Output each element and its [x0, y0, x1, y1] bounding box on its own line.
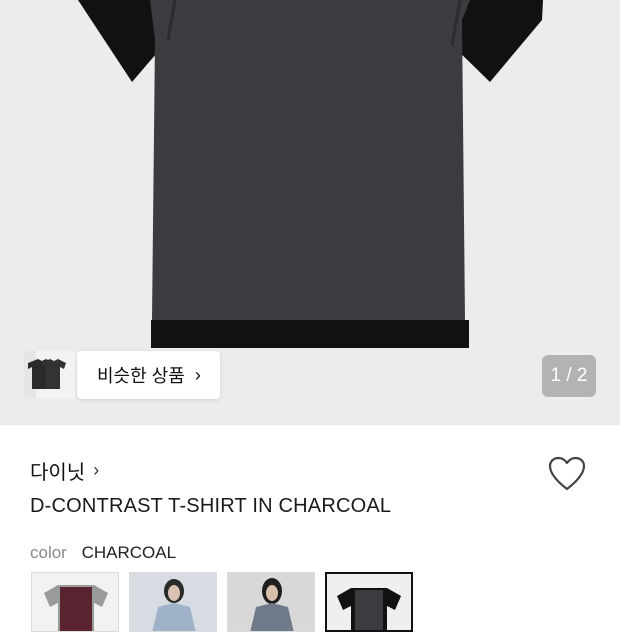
swatch-model-photo-1[interactable] — [129, 572, 217, 632]
chevron-right-icon: › — [93, 460, 100, 480]
similar-products-label: 비슷한 상품 — [97, 366, 185, 386]
chevron-right-icon: › — [194, 364, 201, 385]
brand-name: 다이닛 — [30, 462, 86, 484]
color-value: CHARCOAL — [81, 543, 177, 562]
heart-icon[interactable] — [548, 456, 586, 492]
color-swatches — [31, 572, 413, 632]
color-selection-label: color CHARCOAL — [30, 543, 176, 563]
swatch-model-photo-2[interactable] — [227, 572, 315, 632]
swatch-charcoal-black[interactable] — [325, 572, 413, 632]
brand-link[interactable]: 다이닛 › — [30, 456, 99, 485]
image-counter: 1 / 2 — [542, 355, 596, 397]
product-title: D-CONTRAST T-SHIRT IN CHARCOAL — [30, 495, 392, 517]
product-image-gallery[interactable]: 비슷한 상품 › 1 / 2 — [0, 0, 620, 425]
color-label: color — [30, 543, 67, 562]
similar-products-button[interactable]: 비슷한 상품 › — [77, 351, 220, 399]
swatch-burgundy-grey[interactable] — [31, 572, 119, 632]
similar-products-thumbnails — [24, 351, 76, 399]
